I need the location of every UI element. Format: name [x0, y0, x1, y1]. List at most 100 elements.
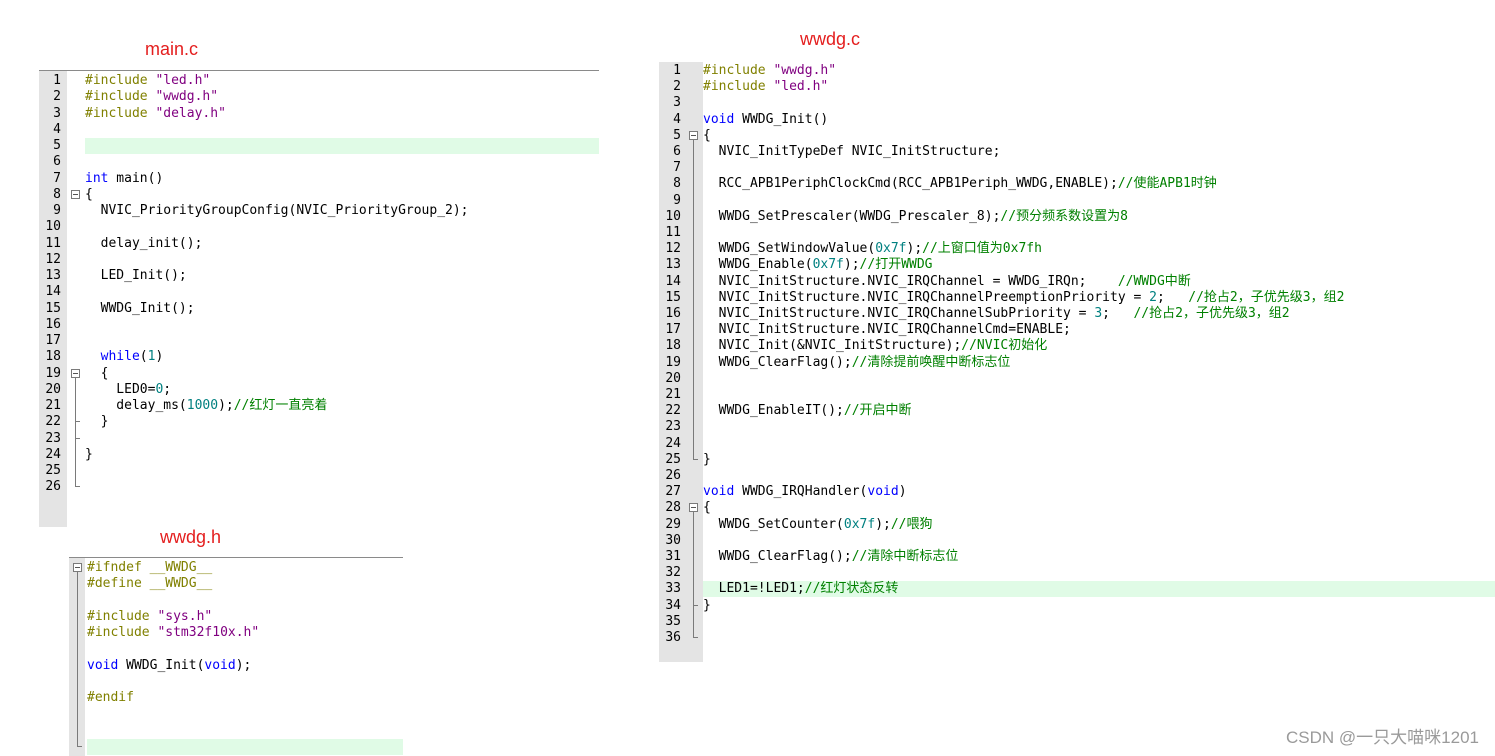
code-line[interactable]: 4 void WWDG_Init() — [659, 112, 1495, 128]
code-line[interactable]: 13 WWDG_Enable(0x7f);//打开WWDG — [659, 257, 1495, 273]
code-token: ); — [906, 241, 923, 257]
code-comment: //抢占2，子优先级3，组2 — [1188, 289, 1345, 305]
code-line[interactable]: 9 NVIC_PriorityGroupConfig(NVIC_Priority… — [39, 203, 599, 219]
code-line[interactable]: #include "stm32f10x.h" — [69, 625, 403, 641]
code-line[interactable] — [69, 723, 403, 739]
code-line[interactable]: 14 NVIC_InitStructure.NVIC_IRQChannel = … — [659, 274, 1495, 290]
code-line[interactable]: void WWDG_Init(void); — [69, 658, 403, 674]
code-line[interactable]: 25 — [39, 463, 599, 479]
code-line[interactable]: 23 — [659, 419, 1495, 435]
fold-collapse-icon[interactable] — [689, 503, 698, 513]
code-line[interactable]: 14 — [39, 284, 599, 300]
code-token: } — [85, 446, 93, 462]
code-text: #endif — [87, 690, 134, 706]
code-line[interactable] — [69, 706, 403, 722]
code-line[interactable]: 8{ — [39, 187, 599, 203]
code-line[interactable]: 8 RCC_APB1PeriphClockCmd(RCC_APB1Periph_… — [659, 176, 1495, 192]
fold-collapse-icon[interactable] — [689, 130, 698, 140]
code-line[interactable]: 7 — [659, 160, 1495, 176]
code-line[interactable]: #endif — [69, 690, 403, 706]
code-line[interactable]: 7 int main() — [39, 171, 599, 187]
code-line[interactable]: 24 — [659, 436, 1495, 452]
code-line[interactable]: 24} — [39, 447, 599, 463]
code-token: #include — [87, 625, 158, 640]
code-line[interactable]: 9 — [659, 193, 1495, 209]
wwdgh-top-border — [69, 557, 403, 558]
code-line[interactable]: 10 — [39, 219, 599, 235]
code-line[interactable]: 3 #include "delay.h" — [39, 106, 599, 122]
code-line[interactable]: 6 NVIC_InitTypeDef NVIC_InitStructure; — [659, 144, 1495, 160]
code-line[interactable]: 4 — [39, 122, 599, 138]
code-line[interactable]: 22 WWDG_EnableIT();//开启中断 — [659, 403, 1495, 419]
code-line[interactable]: 20 LED0=0; — [39, 382, 599, 398]
code-line[interactable] — [69, 641, 403, 657]
code-line[interactable]: 19 WWDG_ClearFlag();//清除提前唤醒中断标志位 — [659, 355, 1495, 371]
wwdg-h-editor[interactable]: #ifndef __WWDG__ #define __WWDG__ #include… — [69, 557, 403, 756]
code-token: main() — [108, 170, 164, 186]
code-line[interactable]: 26 — [659, 468, 1495, 484]
code-line[interactable]: 23 — [39, 430, 599, 447]
code-line[interactable]: 3 — [659, 95, 1495, 111]
line-number: 13 — [45, 268, 61, 283]
code-line[interactable]: 28 { — [659, 500, 1495, 516]
code-line[interactable]: 25} — [659, 451, 1495, 468]
fold-collapse-icon[interactable] — [73, 563, 82, 572]
code-line[interactable]: 18 while(1) — [39, 349, 599, 365]
code-line[interactable]: 2 #include "wwdg.h" — [39, 89, 599, 105]
code-line[interactable]: 31 WWDG_ClearFlag();//清除中断标志位 — [659, 549, 1495, 565]
code-line[interactable] — [69, 674, 403, 690]
code-line[interactable]: 11 delay_init(); — [39, 236, 599, 252]
code-line[interactable]: 34} — [659, 597, 1495, 614]
code-line[interactable]: 16 NVIC_InitStructure.NVIC_IRQChannelSub… — [659, 306, 1495, 322]
code-text: delay_ms(1000);//红灯一直亮着 — [85, 398, 327, 414]
code-line[interactable]: 20 — [659, 371, 1495, 387]
code-line[interactable]: #include "sys.h" — [69, 609, 403, 625]
code-token: } — [703, 451, 711, 467]
code-line[interactable]: 17 NVIC_InitStructure.NVIC_IRQChannelCmd… — [659, 322, 1495, 338]
code-line[interactable]: 29 WWDG_SetCounter(0x7f);//喂狗 — [659, 517, 1495, 533]
code-line[interactable]: 10 WWDG_SetPrescaler(WWDG_Prescaler_8);/… — [659, 209, 1495, 225]
code-line[interactable]: 27 void WWDG_IRQHandler(void) — [659, 484, 1495, 500]
code-token: NVIC_InitStructure.NVIC_IRQChannelPreemp… — [703, 289, 1150, 305]
line-number: 19 — [665, 354, 681, 370]
code-line[interactable]: 5{ — [659, 128, 1495, 144]
code-token: ); — [875, 516, 891, 532]
wwdg-c-editor[interactable]: 1 #include "wwdg.h" 2 #include "led.h" 3 4 voi… — [659, 62, 1495, 662]
code-line[interactable]: 11 — [659, 225, 1495, 241]
code-text: NVIC_InitStructure.NVIC_IRQChannelCmd=EN… — [703, 322, 1071, 338]
code-line[interactable]: 17 — [39, 333, 599, 349]
code-line[interactable]: 15 NVIC_InitStructure.NVIC_IRQChannelPre… — [659, 290, 1495, 306]
code-line[interactable]: 12 — [39, 252, 599, 268]
code-line[interactable]: 1 #include "wwdg.h" — [659, 63, 1495, 79]
code-line[interactable]: 15 WWDG_Init(); — [39, 301, 599, 317]
code-line[interactable]: 12 WWDG_SetWindowValue(0x7f);//上窗口值为0x7f… — [659, 241, 1495, 257]
code-line[interactable]: 19 { — [39, 366, 599, 382]
code-line[interactable]: 16 — [39, 317, 599, 333]
fold-collapse-icon[interactable] — [71, 189, 80, 199]
code-line[interactable] — [69, 593, 403, 609]
code-line[interactable]: 32 — [659, 565, 1495, 581]
code-line[interactable]: #define __WWDG__ — [69, 576, 403, 592]
fold-collapse-icon[interactable] — [71, 368, 80, 378]
code-line[interactable]: #ifndef __WWDG__ — [69, 560, 403, 576]
main-c-title: main.c — [145, 39, 199, 59]
highlighted-code-line[interactable]: 5 — [53, 138, 599, 154]
code-line[interactable]: 18 NVIC_Init(&NVIC_InitStructure);//NVIC… — [659, 338, 1495, 354]
code-line[interactable]: 13 LED_Init(); — [39, 268, 599, 284]
code-line[interactable]: 6 — [39, 154, 599, 170]
code-line[interactable]: 22 } — [39, 414, 599, 430]
code-line[interactable]: 36 — [659, 630, 1495, 646]
code-line[interactable]: 35 — [659, 614, 1495, 630]
code-line[interactable]: 1 #include "led.h" — [39, 73, 599, 89]
line-number: 21 — [665, 387, 681, 402]
code-line[interactable]: 26 — [39, 479, 599, 495]
code-line[interactable]: 21 delay_ms(1000);//红灯一直亮着 — [39, 398, 599, 414]
highlighted-code-line[interactable]: 33 LED1=!LED1;//红灯状态反转 — [665, 581, 1495, 598]
code-line[interactable]: 2 #include "led.h" — [659, 79, 1495, 95]
code-line[interactable]: 30 — [659, 533, 1495, 549]
highlighted-code-line[interactable] — [77, 738, 403, 755]
code-text: NVIC_InitStructure.NVIC_IRQChannelSubPri… — [703, 306, 1290, 322]
code-line[interactable]: 21 — [659, 387, 1495, 403]
line-number: 20 — [45, 381, 61, 397]
main-c-editor[interactable]: 1 #include "led.h" 2 #include "wwdg.h" 3 #inc… — [39, 70, 599, 527]
